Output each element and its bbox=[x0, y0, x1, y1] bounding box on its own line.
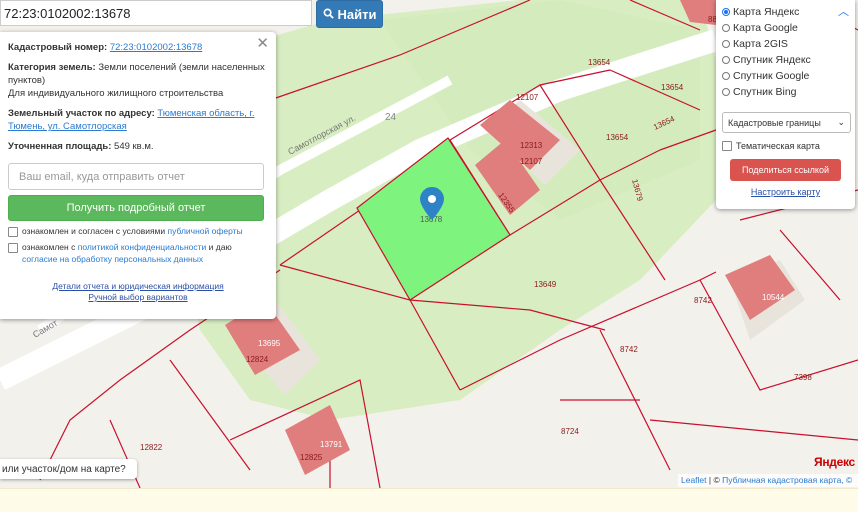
search-button-label: Найти bbox=[337, 6, 377, 22]
svg-text:8742: 8742 bbox=[620, 345, 638, 354]
radio-icon[interactable] bbox=[722, 72, 730, 80]
radio-icon[interactable] bbox=[722, 24, 730, 32]
radio-icon[interactable] bbox=[722, 88, 730, 96]
svg-text:12824: 12824 bbox=[246, 355, 269, 364]
svg-text:13649: 13649 bbox=[534, 280, 557, 289]
manual-select-link[interactable]: Ручной выбор вариантов bbox=[8, 292, 268, 303]
svg-text:8742: 8742 bbox=[694, 296, 712, 305]
use-value: Для индивидуального жилищного строительс… bbox=[8, 88, 224, 99]
consent-offer-row: ознакомлен и согласен с условиями публич… bbox=[8, 225, 268, 237]
consent-privacy-text-2: и даю bbox=[208, 242, 232, 252]
chevron-down-icon: ⌄ bbox=[837, 117, 845, 127]
overlay-select[interactable]: Кадастровые границы ⌄ bbox=[722, 112, 851, 133]
radio-icon[interactable] bbox=[722, 40, 730, 48]
thematic-label: Тематическая карта bbox=[736, 141, 820, 151]
block-label: 24 bbox=[385, 112, 397, 123]
search-icon bbox=[323, 7, 334, 22]
consent-privacy-row: ознакомлен с политикой конфиденциальност… bbox=[8, 241, 268, 265]
layer-option-2gis-map[interactable]: Карта 2GIS bbox=[722, 36, 849, 52]
svg-text:13654: 13654 bbox=[588, 58, 611, 67]
map-settings-link[interactable]: Настроить карту bbox=[722, 187, 849, 197]
offer-link[interactable]: публичной оферты bbox=[168, 226, 243, 236]
consent-privacy-checkbox[interactable] bbox=[8, 243, 18, 253]
personal-data-link[interactable]: согласие на обработку персональных данны… bbox=[22, 254, 203, 264]
radio-icon[interactable] bbox=[722, 56, 730, 64]
svg-text:13791: 13791 bbox=[320, 440, 343, 449]
consent-offer-checkbox[interactable] bbox=[8, 227, 18, 237]
layer-option-bing-sat[interactable]: Спутник Bing bbox=[722, 84, 849, 100]
svg-text:12313: 12313 bbox=[520, 141, 543, 150]
hint-bubble[interactable]: или участок/дом на карте? bbox=[0, 459, 137, 479]
svg-text:13654: 13654 bbox=[606, 133, 629, 142]
cadastral-label: Кадастровый номер: bbox=[8, 42, 108, 53]
radio-icon[interactable] bbox=[722, 8, 730, 16]
consent-offer-text: ознакомлен и согласен с условиями bbox=[22, 226, 166, 236]
svg-text:12822: 12822 bbox=[140, 443, 163, 452]
thematic-row: Тематическая карта bbox=[722, 141, 849, 151]
layer-option-yandex-map[interactable]: Карта Яндекс bbox=[722, 4, 849, 20]
privacy-link[interactable]: политикой конфиденциальности bbox=[78, 242, 207, 252]
email-input[interactable]: Ваш email, куда отправить отчет bbox=[8, 163, 264, 190]
footer-strip bbox=[0, 488, 858, 512]
search-input[interactable]: 72:23:0102002:13678 bbox=[0, 0, 312, 26]
consent-privacy-text: ознакомлен с bbox=[22, 242, 76, 252]
yandex-logo: Яндекс bbox=[814, 455, 855, 469]
cadastral-map-link[interactable]: Публичная кадастровая карта, © bbox=[722, 475, 852, 485]
leaflet-link[interactable]: Leaflet bbox=[681, 475, 707, 485]
address-label: Земельный участок по адресу: bbox=[8, 108, 155, 119]
layer-option-google-map[interactable]: Карта Google bbox=[722, 20, 849, 36]
svg-text:12107: 12107 bbox=[520, 157, 543, 166]
svg-text:10544: 10544 bbox=[762, 293, 785, 302]
close-icon[interactable]: ✕ bbox=[256, 36, 269, 51]
chevron-up-icon[interactable]: ︿ bbox=[838, 3, 849, 19]
cadastral-link[interactable]: 72:23:0102002:13678 bbox=[110, 42, 202, 53]
layer-option-google-sat[interactable]: Спутник Google bbox=[722, 68, 849, 84]
svg-text:8724: 8724 bbox=[561, 427, 579, 436]
share-link-button[interactable]: Поделиться ссылкой bbox=[730, 159, 841, 181]
details-link[interactable]: Детали отчета и юридическая информация bbox=[8, 281, 268, 292]
parcel-info-panel: ✕ Кадастровый номер: 72:23:0102002:13678… bbox=[0, 32, 276, 319]
search-button[interactable]: Найти bbox=[316, 0, 383, 28]
svg-text:13695: 13695 bbox=[258, 339, 281, 348]
get-report-button[interactable]: Получить подробный отчет bbox=[8, 195, 264, 221]
svg-text:12825: 12825 bbox=[300, 453, 323, 462]
overlay-select-value: Кадастровые границы bbox=[728, 117, 821, 128]
layer-option-yandex-sat[interactable]: Спутник Яндекс bbox=[722, 52, 849, 68]
layers-control: ︿ Карта Яндекс Карта Google Карта 2GIS С… bbox=[716, 0, 855, 209]
thematic-checkbox[interactable] bbox=[722, 141, 732, 151]
attribution-sep: | © bbox=[708, 475, 720, 485]
svg-text:13654: 13654 bbox=[661, 83, 684, 92]
area-value: 549 кв.м. bbox=[114, 141, 154, 152]
svg-text:7398: 7398 bbox=[794, 373, 812, 382]
svg-text:12107: 12107 bbox=[516, 93, 539, 102]
attribution: Leaflet | © Публичная кадастровая карта,… bbox=[678, 474, 858, 487]
area-label: Уточненная площадь: bbox=[8, 141, 112, 152]
category-label: Категория земель: bbox=[8, 62, 96, 73]
